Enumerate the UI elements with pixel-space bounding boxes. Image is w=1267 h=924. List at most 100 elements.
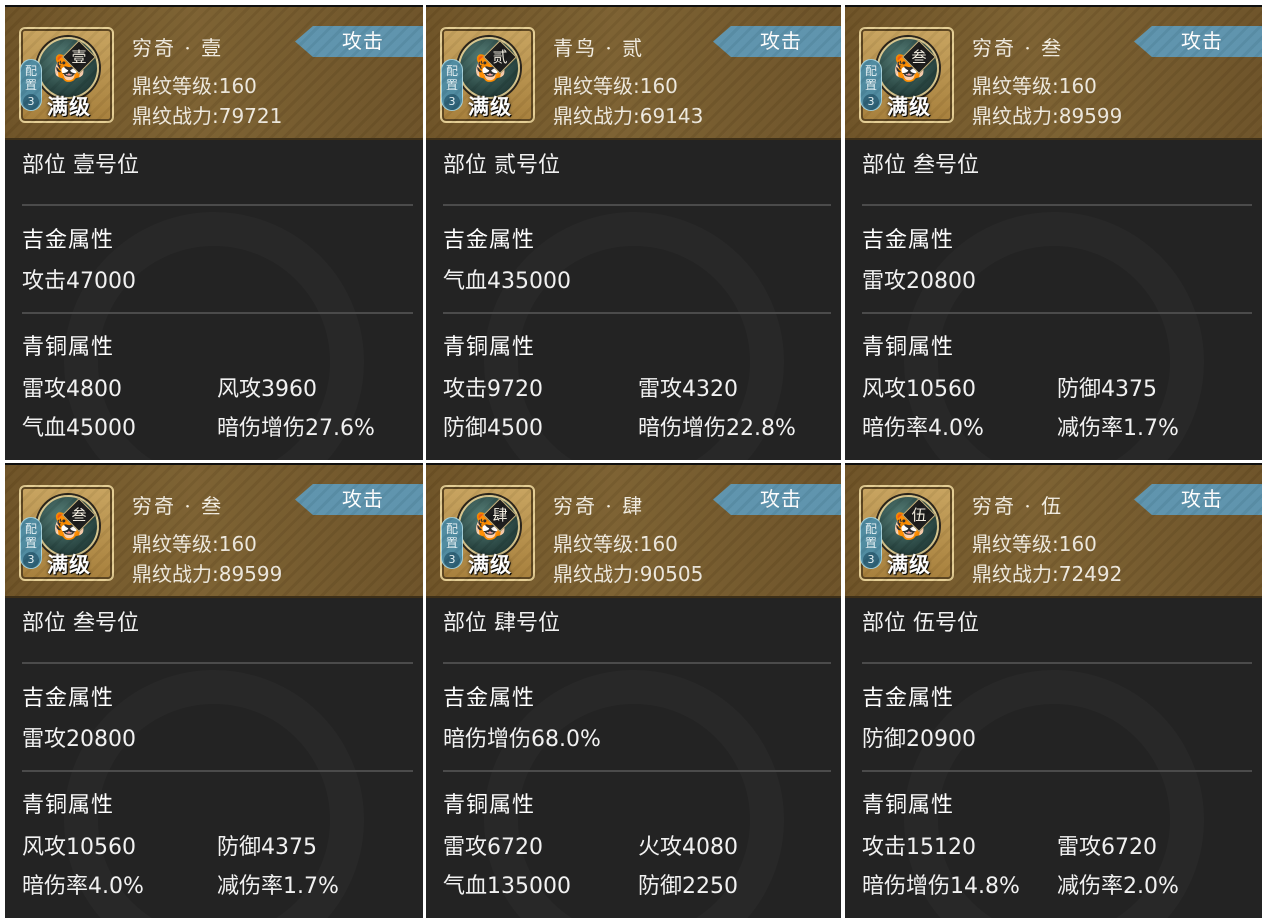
- gear-card[interactable]: 🐯 叁 配 置 3 满级 穷奇 · 叁 鼎纹等级:160 鼎纹战力:89599 …: [5, 463, 423, 918]
- pattern-level: 鼎纹等级:160: [972, 532, 1097, 556]
- config-label: 置: [24, 536, 37, 550]
- slot-label: 部位: [22, 153, 67, 178]
- gear-card[interactable]: 🐯 叁 配 置 3 满级 穷奇 · 叁 鼎纹等级:160 鼎纹战力:89599 …: [845, 5, 1262, 460]
- pattern-power: 鼎纹战力:72492: [972, 562, 1123, 586]
- gold-attr-heading: 吉金属性: [443, 686, 536, 711]
- slot-value: 肆号位: [494, 611, 561, 636]
- max-level-label: 满级: [47, 95, 91, 119]
- gear-card[interactable]: 🐯 贰 配 置 3 满级 青鸟 · 贰 鼎纹等级:160 鼎纹战力:69143 …: [426, 5, 841, 460]
- config-label: 配: [864, 64, 877, 78]
- bronze-attr-heading: 青铜属性: [862, 793, 955, 818]
- slot-label: 部位: [443, 611, 488, 636]
- gear-card[interactable]: 🐯 肆 配 置 3 满级 穷奇 · 肆 鼎纹等级:160 鼎纹战力:90505 …: [426, 463, 841, 918]
- beast-medallion-icon: 🐯 叁: [37, 495, 99, 557]
- gear-icon-frame[interactable]: 🐯 叁 配 置 3 满级: [859, 27, 954, 123]
- bronze-attr-value: 雷攻4800: [22, 377, 122, 402]
- gold-attr-heading: 吉金属性: [22, 686, 115, 711]
- beast-medallion-icon: 🐯 贰: [458, 37, 520, 99]
- gear-card[interactable]: 🐯 伍 配 置 3 满级 穷奇 · 伍 鼎纹等级:160 鼎纹战力:72492 …: [845, 463, 1262, 918]
- slot-label: 部位: [443, 153, 488, 178]
- bronze-attr-value: 暗伤率4.0%: [22, 874, 144, 899]
- bronze-attr-value: 防御4375: [1057, 377, 1157, 402]
- bronze-attr-value: 风攻10560: [862, 377, 976, 402]
- config-badge: 配 置 3: [860, 517, 882, 569]
- config-number: 3: [23, 94, 39, 110]
- divider: [22, 662, 413, 664]
- bronze-attr-value: 暗伤增伤27.6%: [217, 416, 375, 441]
- divider: [443, 204, 831, 206]
- slot-row: 部位 贰号位: [443, 147, 560, 179]
- bronze-attr-value: 暗伤率4.0%: [862, 416, 984, 441]
- bronze-attr-value: 减伤率1.7%: [1057, 416, 1179, 441]
- gear-icon-frame[interactable]: 🐯 叁 配 置 3 满级: [19, 485, 114, 581]
- type-tag: 攻击: [713, 484, 841, 515]
- pattern-power: 鼎纹战力:79721: [132, 104, 283, 128]
- slot-value: 叁号位: [73, 611, 140, 636]
- config-label: 配: [445, 64, 458, 78]
- slot-row: 部位 伍号位: [862, 605, 979, 637]
- bronze-attr-value: 风攻3960: [217, 377, 317, 402]
- gear-icon-frame[interactable]: 🐯 贰 配 置 3 满级: [440, 27, 535, 123]
- type-tag: 攻击: [295, 484, 423, 515]
- pattern-power: 鼎纹战力:89599: [972, 104, 1123, 128]
- slot-value: 伍号位: [913, 611, 980, 636]
- bronze-attr-heading: 青铜属性: [22, 335, 115, 360]
- gear-icon-frame[interactable]: 🐯 伍 配 置 3 满级: [859, 485, 954, 581]
- config-label: 置: [445, 78, 458, 92]
- card-header: 🐯 叁 配 置 3 满级 穷奇 · 叁 鼎纹等级:160 鼎纹战力:89599 …: [5, 465, 423, 598]
- config-badge: 配 置 3: [20, 59, 42, 111]
- pattern-level: 鼎纹等级:160: [553, 74, 678, 98]
- config-badge: 配 置 3: [20, 517, 42, 569]
- bronze-attr-value: 气血45000: [22, 416, 136, 441]
- slot-row: 部位 叁号位: [862, 147, 979, 179]
- gear-icon-frame[interactable]: 🐯 壹 配 置 3 满级: [19, 27, 114, 123]
- max-level-label: 满级: [468, 553, 512, 577]
- beast-medallion-icon: 🐯 伍: [877, 495, 939, 557]
- config-label: 置: [24, 78, 37, 92]
- gear-name: 穷奇 · 壹: [132, 36, 224, 60]
- slot-label: 部位: [862, 153, 907, 178]
- beast-medallion-icon: 🐯 肆: [458, 495, 520, 557]
- pattern-level: 鼎纹等级:160: [132, 532, 257, 556]
- pattern-power: 鼎纹战力:89599: [132, 562, 283, 586]
- divider: [862, 662, 1252, 664]
- pattern-power: 鼎纹战力:90505: [553, 562, 704, 586]
- bronze-attr-value: 气血135000: [443, 874, 571, 899]
- gold-attr-heading: 吉金属性: [862, 686, 955, 711]
- gear-name: 青鸟 · 贰: [553, 36, 645, 60]
- max-level-label: 满级: [468, 95, 512, 119]
- bronze-attr-heading: 青铜属性: [22, 793, 115, 818]
- divider: [22, 312, 413, 314]
- bronze-attr-value: 雷攻6720: [443, 835, 543, 860]
- divider: [862, 770, 1252, 772]
- divider: [443, 770, 831, 772]
- gear-name: 穷奇 · 肆: [553, 494, 645, 518]
- gold-attr-heading: 吉金属性: [443, 228, 536, 253]
- config-label: 配: [445, 522, 458, 536]
- config-number: 3: [863, 94, 879, 110]
- card-header: 🐯 壹 配 置 3 满级 穷奇 · 壹 鼎纹等级:160 鼎纹战力:79721 …: [5, 7, 423, 140]
- divider: [22, 770, 413, 772]
- gear-name: 穷奇 · 伍: [972, 494, 1064, 518]
- config-label: 配: [24, 522, 37, 536]
- bronze-attr-value: 防御4500: [443, 416, 543, 441]
- gear-card[interactable]: 🐯 壹 配 置 3 满级 穷奇 · 壹 鼎纹等级:160 鼎纹战力:79721 …: [5, 5, 423, 460]
- config-label: 配: [864, 522, 877, 536]
- gold-attr-heading: 吉金属性: [22, 228, 115, 253]
- divider: [443, 662, 831, 664]
- type-tag: 攻击: [295, 26, 423, 57]
- divider: [862, 204, 1252, 206]
- config-number: 3: [863, 552, 879, 568]
- gear-icon-frame[interactable]: 🐯 肆 配 置 3 满级: [440, 485, 535, 581]
- config-number: 3: [444, 552, 460, 568]
- slot-label: 部位: [862, 611, 907, 636]
- gold-attr-value: 雷攻20800: [862, 269, 976, 294]
- gold-attr-value: 暗伤增伤68.0%: [443, 727, 601, 752]
- bronze-attr-heading: 青铜属性: [443, 335, 536, 360]
- bronze-attr-value: 风攻10560: [22, 835, 136, 860]
- type-tag: 攻击: [713, 26, 841, 57]
- slot-value: 贰号位: [494, 153, 561, 178]
- bronze-attr-value: 雷攻4320: [638, 377, 738, 402]
- pattern-level: 鼎纹等级:160: [972, 74, 1097, 98]
- bronze-attr-value: 攻击15120: [862, 835, 976, 860]
